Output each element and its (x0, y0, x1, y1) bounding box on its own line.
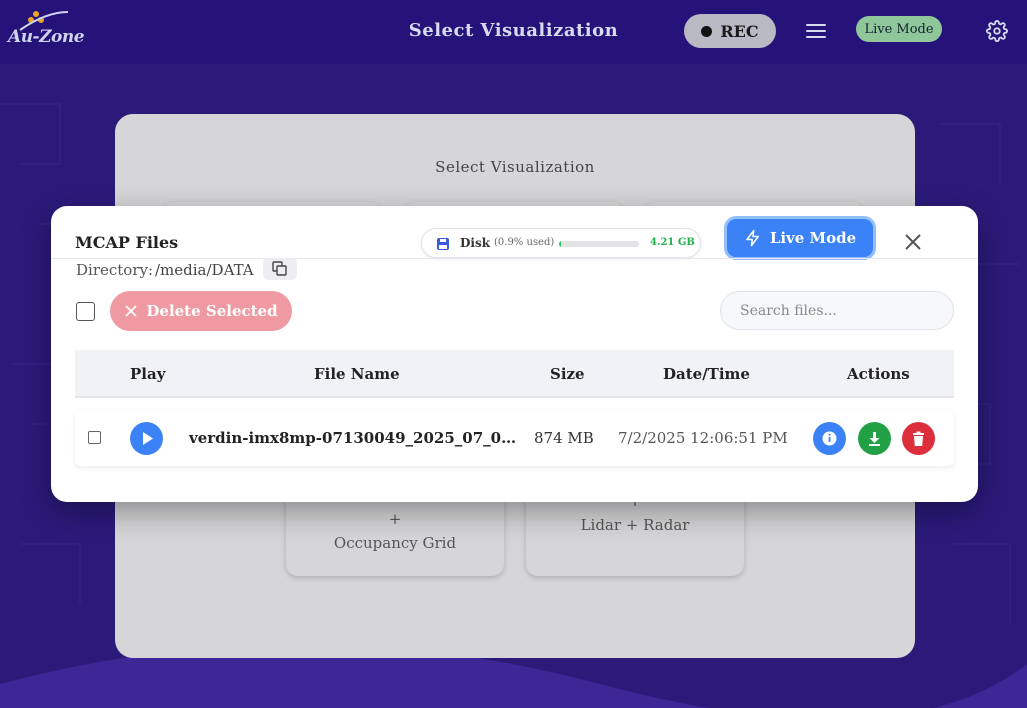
top-bar: Au-Zone Select Visualization REC Live Mo… (0, 0, 1027, 64)
disk-label: Disk (460, 236, 491, 250)
mcap-files-modal: MCAP Files Disk (0.9% used) 4.21 GB Live… (51, 206, 978, 502)
disk-icon (437, 238, 449, 250)
live-mode-button[interactable]: Live Mode (724, 216, 876, 260)
delete-button[interactable] (902, 422, 935, 455)
column-header-datetime: Date/Time (663, 365, 750, 383)
tile-plus: + (388, 510, 402, 528)
tile-label: Occupancy Grid (333, 534, 457, 552)
download-icon (869, 432, 880, 446)
info-button[interactable] (813, 422, 846, 455)
live-mode-badge[interactable]: Live Mode (856, 16, 942, 42)
column-header-actions: Actions (847, 365, 910, 383)
copy-icon[interactable] (263, 258, 297, 280)
column-header-play: Play (130, 365, 166, 383)
hamburger-menu-icon[interactable] (806, 24, 826, 40)
x-icon (125, 305, 138, 317)
record-button[interactable]: REC (684, 14, 776, 48)
table-header: Play File Name Size Date/Time Actions (75, 350, 954, 398)
tile-label: Lidar + Radar (580, 516, 690, 534)
disk-usage-bar-fill (559, 241, 561, 247)
disk-usage-bar (559, 241, 639, 247)
download-button[interactable] (858, 422, 891, 455)
delete-selected-button[interactable]: Delete Selected (110, 291, 292, 331)
select-all-checkbox[interactable] (76, 302, 95, 321)
disk-used-text: (0.9% used) (494, 237, 555, 248)
info-icon (822, 431, 837, 446)
file-name: verdin-imx8mp-07130049_2025_07_02_12... (189, 429, 517, 447)
row-checkbox[interactable] (88, 431, 101, 444)
table-row: verdin-imx8mp-07130049_2025_07_02_12... … (75, 410, 954, 466)
disk-usage-indicator: Disk (0.9% used) 4.21 GB (421, 228, 701, 258)
close-icon[interactable] (903, 232, 923, 252)
visualization-card-title: Select Visualization (435, 158, 595, 176)
column-header-file-name: File Name (314, 365, 400, 383)
modal-divider (51, 258, 978, 259)
directory-path: /media/DATA (155, 261, 254, 279)
delete-selected-label: Delete Selected (146, 302, 278, 320)
record-label: REC (720, 21, 759, 41)
file-datetime: 7/2/2025 12:06:51 PM (618, 429, 788, 447)
column-header-size: Size (550, 365, 585, 383)
trash-icon (913, 431, 924, 446)
record-dot-icon (701, 25, 713, 37)
directory-label: Directory: (76, 261, 154, 279)
disk-free-text: 4.21 GB (650, 237, 695, 248)
live-mode-button-label: Live Mode (769, 229, 857, 247)
gear-icon[interactable] (986, 20, 1008, 42)
modal-title: MCAP Files (75, 233, 179, 252)
search-files-input[interactable] (720, 291, 954, 330)
play-button[interactable] (130, 422, 163, 455)
lightning-icon (746, 229, 759, 247)
play-icon (143, 432, 153, 445)
file-size: 874 MB (534, 429, 594, 447)
